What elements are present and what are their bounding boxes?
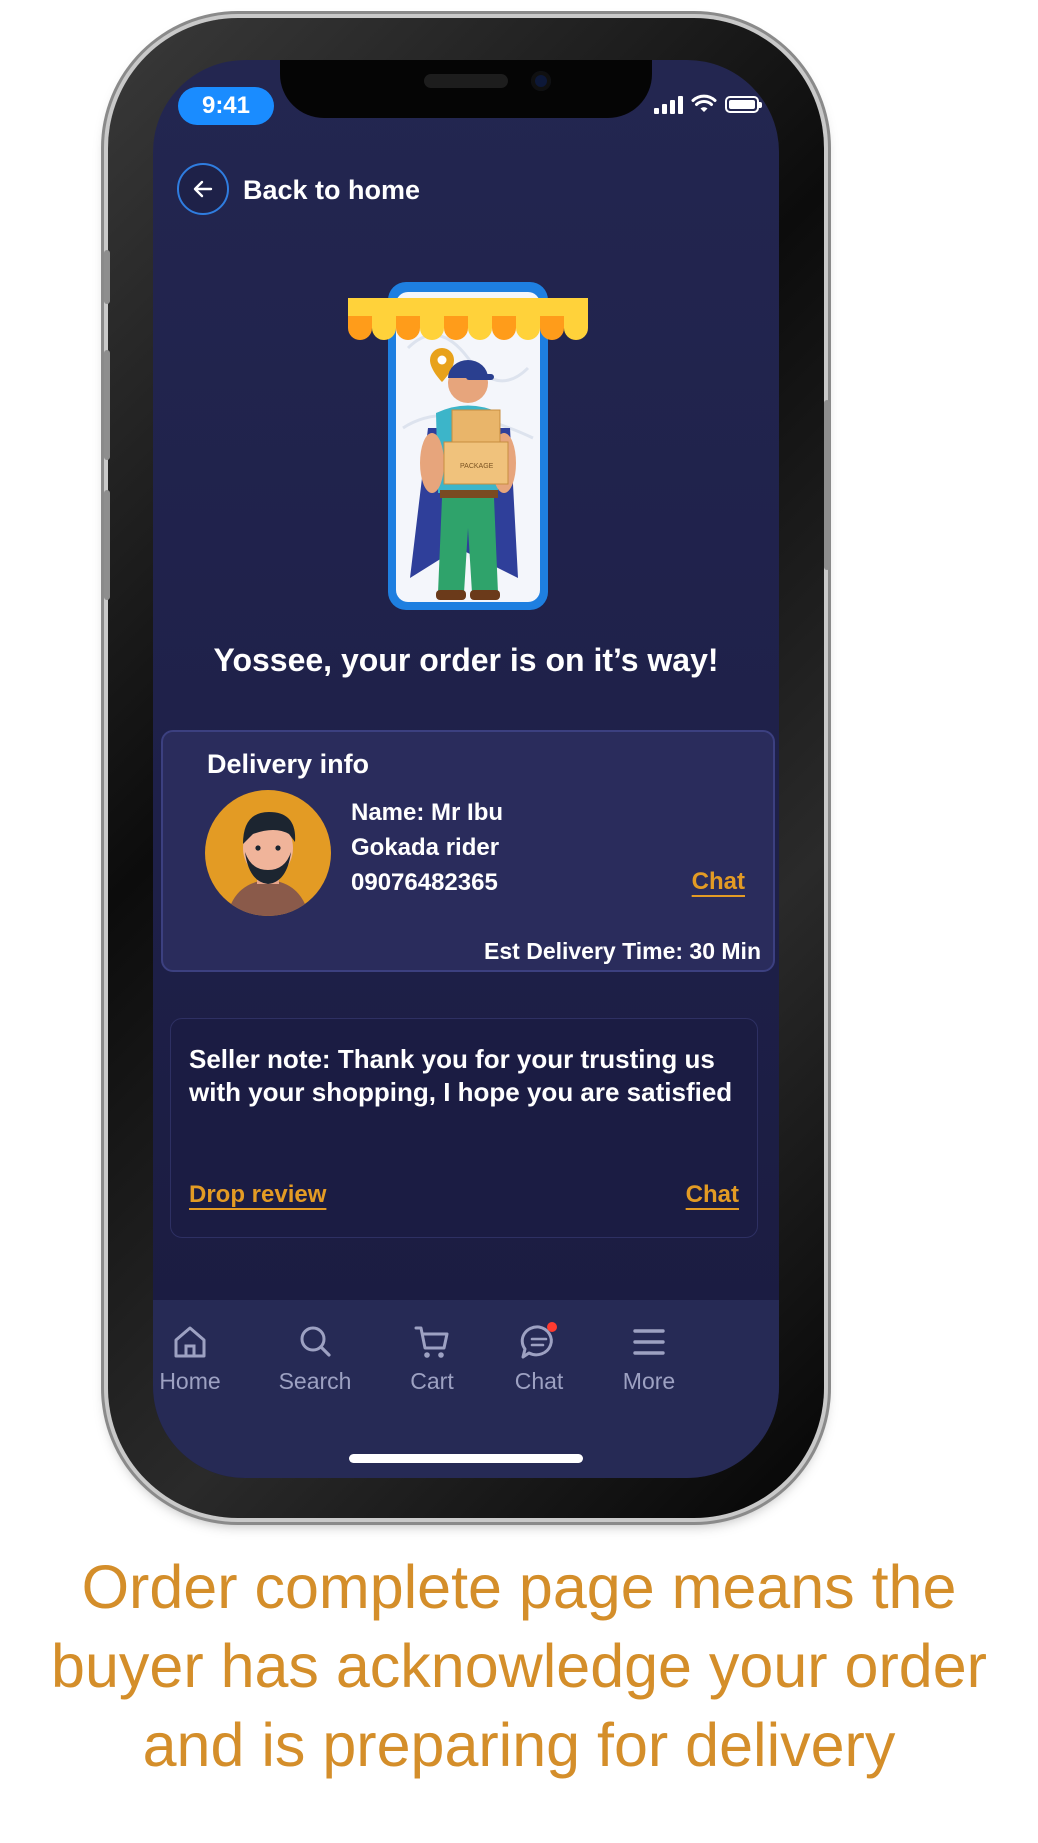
svg-text:PACKAGE: PACKAGE bbox=[460, 463, 494, 470]
chat-icon bbox=[517, 1322, 561, 1362]
page-caption: Order complete page means the buyer has … bbox=[51, 1553, 987, 1779]
wifi-icon bbox=[691, 94, 717, 112]
chat-rider-link[interactable]: Chat bbox=[692, 868, 745, 896]
tab-search-label: Search bbox=[278, 1368, 352, 1394]
bottom-tab-bar: Home Search Cart Chat More bbox=[153, 1300, 779, 1478]
home-indicator[interactable] bbox=[349, 1454, 583, 1463]
front-camera bbox=[531, 71, 551, 91]
drop-review-link[interactable]: Drop review bbox=[189, 1181, 326, 1209]
app-screen: 9:41 Back to home PACKAGE Yossee, your o… bbox=[153, 60, 779, 1478]
rider-avatar bbox=[205, 790, 331, 916]
delivery-info-card: Delivery info Name: Mr Ibu Gokada rider … bbox=[161, 730, 775, 972]
tab-cart[interactable]: Cart bbox=[382, 1322, 482, 1395]
tab-chat[interactable]: Chat bbox=[489, 1322, 589, 1395]
volume-down-button bbox=[104, 490, 110, 600]
chat-seller-link[interactable]: Chat bbox=[686, 1181, 739, 1209]
delivery-info-title: Delivery info bbox=[207, 749, 370, 779]
tab-more-label: More bbox=[622, 1368, 676, 1394]
order-status-heading: Yossee, your order is on it’s way! bbox=[213, 642, 719, 678]
chat-notification-badge bbox=[547, 1322, 557, 1332]
tab-search[interactable]: Search bbox=[265, 1322, 365, 1395]
mute-switch bbox=[104, 250, 110, 304]
status-time: 9:41 bbox=[178, 87, 274, 125]
volume-up-button bbox=[104, 350, 110, 460]
speaker bbox=[424, 74, 508, 88]
back-button[interactable] bbox=[177, 163, 229, 215]
seller-note-card: Seller note: Thank you for your trusting… bbox=[170, 1018, 758, 1238]
back-to-home-link[interactable]: Back to home bbox=[243, 175, 420, 206]
delivery-illustration: PACKAGE bbox=[348, 282, 588, 610]
signal-icon bbox=[654, 94, 683, 114]
rider-phone[interactable]: 09076482365 bbox=[351, 869, 498, 897]
search-icon bbox=[300, 1326, 331, 1357]
arrow-left-icon bbox=[193, 180, 213, 198]
tab-home[interactable]: Home bbox=[153, 1322, 240, 1395]
status-icons bbox=[654, 94, 762, 114]
seller-note-text: Seller note: Thank you for your trusting… bbox=[189, 1044, 733, 1107]
cart-icon bbox=[414, 1326, 449, 1358]
notch bbox=[280, 60, 652, 118]
rider-company: Gokada rider bbox=[351, 834, 500, 861]
battery-icon bbox=[725, 96, 762, 113]
rider-name: Name: Mr Ibu bbox=[351, 799, 504, 826]
tab-home-label: Home bbox=[159, 1368, 221, 1394]
estimated-delivery-time: Est Delivery Time: 30 Min bbox=[484, 938, 761, 964]
tab-more[interactable]: More bbox=[599, 1322, 699, 1395]
menu-icon bbox=[633, 1329, 665, 1355]
home-icon bbox=[174, 1326, 206, 1358]
power-button bbox=[824, 400, 830, 570]
tab-chat-label: Chat bbox=[514, 1368, 564, 1394]
tab-cart-label: Cart bbox=[410, 1368, 454, 1394]
